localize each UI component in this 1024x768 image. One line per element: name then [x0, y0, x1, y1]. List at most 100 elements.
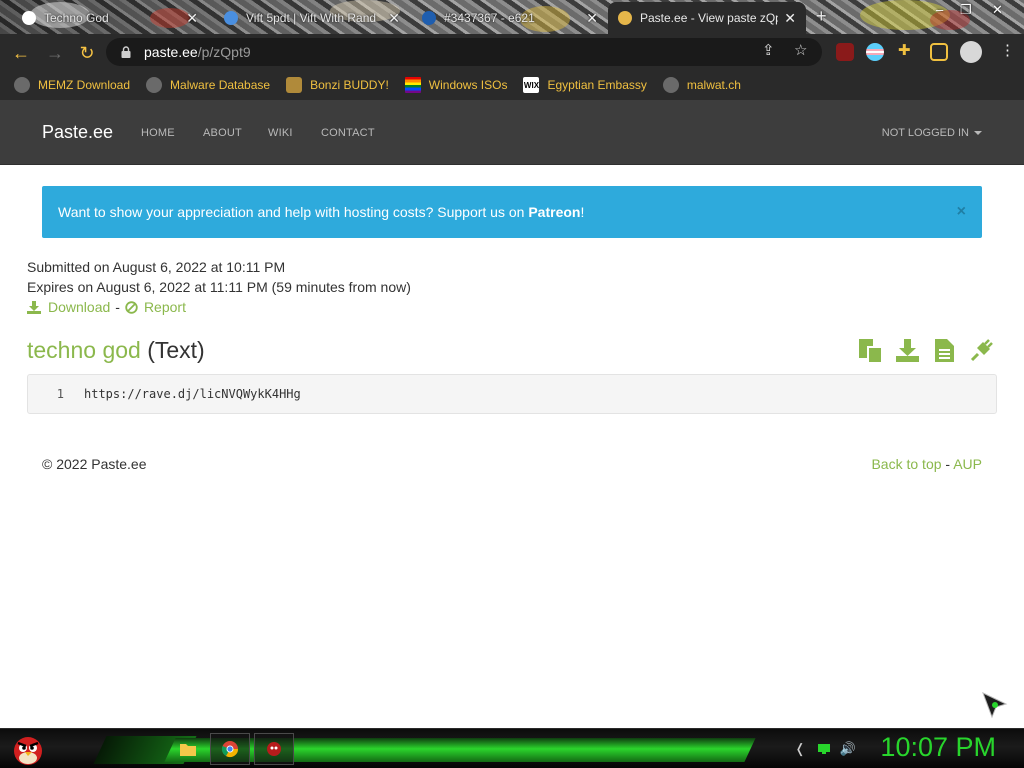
footer-links: Back to top - AUP	[871, 456, 982, 472]
browser-tab-strip: Techno God ✕ Vift 5pdt | Vift With Rand …	[0, 0, 1024, 34]
alert-suffix: !	[580, 204, 585, 220]
paste-actions	[858, 338, 994, 363]
back-icon[interactable]: ←	[10, 42, 32, 64]
forward-icon[interactable]: →	[44, 42, 66, 64]
bookmark-windows-isos[interactable]: Windows ISOs	[404, 77, 508, 93]
bookmark-bonzi[interactable]: Bonzi BUDDY!	[286, 77, 389, 93]
bookmark-label: Egyptian Embassy	[547, 78, 647, 92]
folder-icon	[180, 744, 196, 756]
copyright-text: © 2022 Paste.ee	[42, 456, 147, 472]
separator: -	[115, 299, 120, 315]
report-label: Report	[143, 299, 186, 315]
alert-close-button[interactable]: ×	[957, 203, 966, 221]
profile-avatar-icon[interactable]	[960, 41, 982, 63]
download-raw-icon[interactable]	[895, 338, 920, 363]
login-dropdown[interactable]: NOT LOGGED IN	[882, 127, 982, 139]
minimize-icon[interactable]: –	[936, 2, 943, 17]
login-label: NOT LOGGED IN	[881, 127, 969, 139]
taskbar-clock[interactable]: 10:07 PM	[880, 732, 996, 763]
tray-expand-icon[interactable]: ❬	[792, 741, 808, 757]
share-icon[interactable]: ⇪	[762, 41, 775, 59]
taskbar-chrome[interactable]	[210, 733, 250, 765]
paste-name: techno god	[27, 337, 141, 363]
tab-vift[interactable]: Vift 5pdt | Vift With Rand ✕	[214, 4, 410, 32]
download-icon	[27, 300, 41, 314]
separator: -	[945, 456, 951, 472]
patreon-alert: Want to show your appreciation and help …	[42, 186, 982, 238]
side-panel-icon[interactable]	[930, 43, 948, 61]
new-tab-button[interactable]: +	[816, 6, 827, 27]
globe-icon	[14, 77, 30, 93]
ublock-icon[interactable]	[836, 43, 854, 61]
bookmark-label: Malware Database	[170, 78, 271, 92]
reload-icon[interactable]: ↻	[76, 42, 98, 64]
restore-icon[interactable]: ❐	[960, 2, 972, 18]
wix-icon: WIX	[523, 77, 540, 93]
taskbar-file-explorer[interactable]	[168, 733, 208, 765]
bookmark-egyptian-embassy[interactable]: WIX Egyptian Embassy	[523, 77, 647, 93]
chrome-icon	[221, 741, 239, 758]
tab-title: #3437367 - e621	[444, 11, 535, 25]
close-icon[interactable]: ✕	[186, 10, 198, 27]
aup-link[interactable]: AUP	[953, 456, 982, 472]
extensions-puzzle-icon[interactable]: ✚	[898, 41, 911, 59]
back-to-top-link[interactable]: Back to top	[871, 456, 941, 472]
code-line[interactable]: https://rave.dj/licNVQWykK4HHg	[74, 387, 301, 401]
patreon-link[interactable]: Patreon	[528, 204, 580, 220]
bookmark-malwatch[interactable]: malwat.ch	[662, 77, 741, 93]
paste-title: techno god (Text)	[27, 337, 205, 364]
url-host: paste.ee	[144, 44, 198, 60]
url-path: /p/zQpt9	[197, 44, 251, 60]
bookmark-memz[interactable]: MEMZ Download	[14, 77, 130, 93]
report-link[interactable]: Report	[125, 299, 186, 315]
raw-file-icon[interactable]	[932, 338, 957, 363]
start-button[interactable]	[8, 730, 48, 768]
nav-wiki[interactable]: WIKI	[268, 127, 293, 139]
paste-type: (Text)	[147, 337, 205, 363]
download-label: Download	[48, 299, 111, 315]
bookmark-malware-database[interactable]: Malware Database	[146, 77, 270, 93]
tray-volume-icon[interactable]: 🔊	[840, 741, 856, 757]
bookmark-star-icon[interactable]: ☆	[794, 41, 807, 59]
bonzi-icon	[286, 77, 303, 93]
tab-paste-ee[interactable]: Paste.ee - View paste zQpt9 ✕	[608, 2, 806, 34]
close-icon[interactable]: ✕	[586, 10, 598, 27]
app-icon	[267, 742, 281, 756]
close-icon[interactable]: ✕	[388, 10, 400, 27]
angry-bird-icon	[14, 737, 42, 765]
brand-logo[interactable]: Paste.ee	[42, 122, 113, 143]
menu-kebab-icon[interactable]: ⋮	[1000, 41, 1015, 59]
tray-network-icon[interactable]	[816, 741, 832, 757]
tab-favicon	[422, 11, 436, 25]
bookmark-label: Bonzi BUDDY!	[310, 78, 389, 92]
nav-home[interactable]: HOME	[141, 127, 175, 139]
nav-about[interactable]: ABOUT	[203, 127, 242, 139]
ban-icon	[125, 300, 138, 314]
plug-icon[interactable]	[969, 338, 994, 363]
close-window-icon[interactable]: ✕	[992, 2, 1003, 18]
bookmark-label: Windows ISOs	[428, 78, 508, 92]
close-icon[interactable]: ✕	[784, 10, 796, 27]
nav-contact[interactable]: CONTACT	[321, 127, 375, 139]
tab-favicon	[22, 11, 36, 25]
globe-icon	[662, 77, 679, 93]
bookmark-label: MEMZ Download	[38, 78, 131, 92]
tab-e621[interactable]: #3437367 - e621 ✕	[412, 4, 608, 32]
download-link[interactable]: Download	[27, 299, 110, 315]
bookmark-label: malwat.ch	[686, 78, 741, 92]
bookmarks-bar: MEMZ Download Malware Database Bonzi BUD…	[0, 70, 1024, 100]
globe-icon	[146, 77, 163, 93]
tab-techno-god[interactable]: Techno God ✕	[12, 4, 208, 32]
address-bar[interactable]: paste.ee/p/zQpt9	[106, 38, 822, 66]
expires-text: Expires on August 6, 2022 at 11:11 PM (5…	[27, 279, 411, 295]
tab-favicon	[224, 11, 238, 25]
alert-text: Want to show your appreciation and help …	[58, 204, 525, 220]
pride-extension-icon[interactable]	[866, 43, 884, 61]
submitted-text: Submitted on August 6, 2022 at 10:11 PM	[27, 259, 286, 275]
tab-title: Paste.ee - View paste zQpt9	[640, 11, 779, 25]
lock-icon	[121, 46, 131, 58]
line-number: 1	[56, 387, 64, 401]
copy-icon[interactable]	[858, 338, 883, 363]
taskbar-app[interactable]	[254, 733, 294, 765]
browser-toolbar: ← → ↻ paste.ee/p/zQpt9 ⇪ ☆ 1 ✚ ⋮	[0, 34, 1024, 97]
